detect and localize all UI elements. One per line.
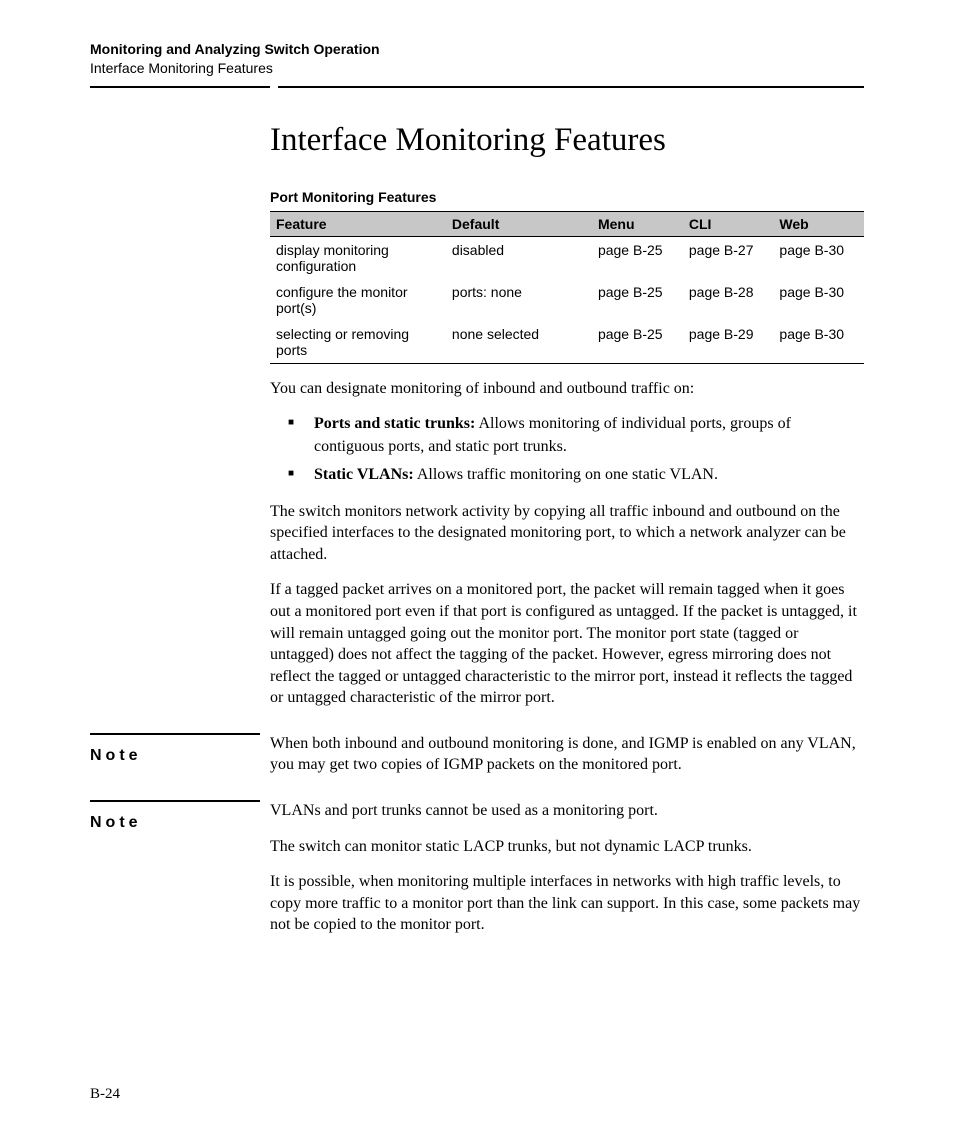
cell-menu: page B-25 bbox=[592, 236, 683, 279]
bullet-lead: Static VLANs: bbox=[314, 466, 414, 483]
note-label: Note bbox=[90, 808, 260, 832]
note-text: VLANs and port trunks cannot be used as … bbox=[270, 800, 864, 822]
page-number: B-24 bbox=[90, 1086, 120, 1103]
list-item: Static VLANs: Allows traffic monitoring … bbox=[270, 464, 864, 486]
body-paragraph: The switch can monitor static LACP trunk… bbox=[270, 836, 864, 858]
cell-default: disabled bbox=[446, 236, 592, 279]
th-default: Default bbox=[446, 211, 592, 236]
note-block: Note VLANs and port trunks cannot be use… bbox=[90, 800, 864, 950]
cell-web: page B-30 bbox=[773, 236, 864, 279]
bullet-list: Ports and static trunks: Allows monitori… bbox=[270, 413, 864, 486]
th-menu: Menu bbox=[592, 211, 683, 236]
running-header: Monitoring and Analyzing Switch Operatio… bbox=[90, 40, 864, 78]
cell-feature: selecting or removing ports bbox=[270, 321, 446, 364]
running-header-chapter: Monitoring and Analyzing Switch Operatio… bbox=[90, 40, 864, 59]
cell-menu: page B-25 bbox=[592, 321, 683, 364]
table-row: selecting or removing ports none selecte… bbox=[270, 321, 864, 364]
th-feature: Feature bbox=[270, 211, 446, 236]
section-title: Interface Monitoring Features bbox=[270, 122, 864, 159]
page: Monitoring and Analyzing Switch Operatio… bbox=[0, 0, 954, 1145]
cell-web: page B-30 bbox=[773, 279, 864, 321]
cell-cli: page B-29 bbox=[683, 321, 774, 364]
table-row: configure the monitor port(s) ports: non… bbox=[270, 279, 864, 321]
note-text: When both inbound and outbound monitorin… bbox=[270, 733, 864, 776]
table-row: display monitoring configuration disable… bbox=[270, 236, 864, 279]
body-paragraph: It is possible, when monitoring multiple… bbox=[270, 871, 864, 936]
cell-default: none selected bbox=[446, 321, 592, 364]
body-paragraph: The switch monitors network activity by … bbox=[270, 501, 864, 566]
th-cli: CLI bbox=[683, 211, 774, 236]
th-web: Web bbox=[773, 211, 864, 236]
cell-web: page B-30 bbox=[773, 321, 864, 364]
header-rule bbox=[90, 86, 864, 88]
features-table: Feature Default Menu CLI Web display mon… bbox=[270, 211, 864, 364]
note-label: Note bbox=[90, 741, 260, 765]
cell-menu: page B-25 bbox=[592, 279, 683, 321]
running-header-section: Interface Monitoring Features bbox=[90, 59, 864, 78]
list-item: Ports and static trunks: Allows monitori… bbox=[270, 413, 864, 458]
cell-cli: page B-28 bbox=[683, 279, 774, 321]
note-block: Note When both inbound and outbound moni… bbox=[90, 733, 864, 790]
intro-paragraph: You can designate monitoring of inbound … bbox=[270, 378, 864, 400]
cell-feature: display monitoring configuration bbox=[270, 236, 446, 279]
table-caption: Port Monitoring Features bbox=[270, 189, 864, 205]
cell-feature: configure the monitor port(s) bbox=[270, 279, 446, 321]
bullet-lead: Ports and static trunks: bbox=[314, 415, 475, 432]
body-paragraph: If a tagged packet arrives on a monitore… bbox=[270, 579, 864, 709]
cell-default: ports: none bbox=[446, 279, 592, 321]
bullet-rest: Allows traffic monitoring on one static … bbox=[414, 466, 718, 483]
cell-cli: page B-27 bbox=[683, 236, 774, 279]
